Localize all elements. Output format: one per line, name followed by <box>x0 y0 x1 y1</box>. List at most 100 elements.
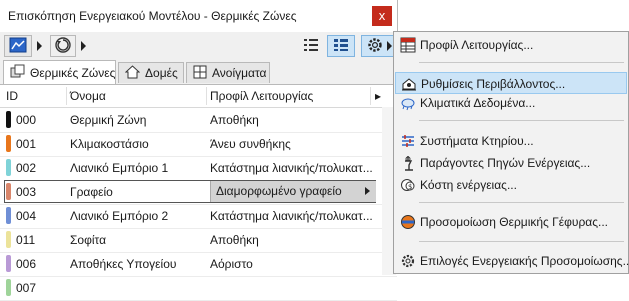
tab-strip: Θερμικές Ζώνες Δομές Ανοίγματα <box>0 60 397 84</box>
settings-dropdown-arrow-icon <box>387 41 392 51</box>
menu-item-label: Ρυθμίσεις Περιβάλλοντος... <box>421 77 566 91</box>
zone-view-button[interactable] <box>4 35 32 57</box>
zone-color-swatch <box>6 207 11 224</box>
menu-separator <box>419 241 624 242</box>
zone-view-dropdown-arrow-icon[interactable] <box>37 41 42 51</box>
zone-name-cell[interactable]: Αποθήκες Υπογείου <box>70 257 204 271</box>
menu-item-label: Επιλογές Ενεργειακής Προσομοίωσης... <box>420 254 629 268</box>
refresh-dropdown-arrow-icon[interactable] <box>81 41 86 51</box>
zone-view-icon <box>9 37 27 56</box>
menu-item-label: Προσομοίωση Θερμικής Γέφυρας... <box>420 215 609 229</box>
refresh-button[interactable] <box>50 35 76 57</box>
table-row[interactable]: 011 Σοφίτα Αποθήκη <box>0 228 397 253</box>
zone-color-swatch <box>6 255 11 272</box>
settings-popup-menu: Προφίλ Λειτουργίας... Ρυθμίσεις Περιβάλλ… <box>393 31 629 274</box>
menu-separator <box>419 202 624 203</box>
detail-list-icon <box>333 38 349 55</box>
zone-profile-cell[interactable]: Κατάστημα λιανικής/πολυκατ... <box>210 209 372 223</box>
zone-name-cell[interactable]: Κλιμακοστάσιο <box>70 137 204 151</box>
refresh-icon <box>54 36 72 57</box>
title-bar: Επισκόπηση Ενεργειακού Μοντέλου - Θερμικ… <box>0 0 397 32</box>
gear-icon <box>366 36 384 57</box>
zone-profile-cell[interactable]: Άνευ συνθήκης <box>210 137 372 151</box>
menu-item-label: Κλιματικά Δεδομένα... <box>420 96 536 110</box>
table-row[interactable]: 007 <box>0 276 397 301</box>
grid-table-icon <box>400 37 416 53</box>
settings-menu-button[interactable] <box>361 35 395 57</box>
tab-thermal-zones[interactable]: Θερμικές Ζώνες <box>3 60 116 84</box>
thermal-bridge-icon <box>400 214 416 230</box>
menu-item-label: Παράγοντες Πηγών Ενέργειας... <box>420 156 591 170</box>
energy-model-review-dialog: Επισκόπηση Ενεργειακού Μοντέλου - Θερμικ… <box>0 0 398 301</box>
tab-openings[interactable]: Ανοίγματα <box>186 62 270 83</box>
dropdown-arrow-icon <box>365 187 370 195</box>
menu-separator <box>419 62 624 63</box>
profile-dropdown-value: Διαμορφωμένο γραφείο <box>216 184 342 198</box>
column-overflow-indicator: ▸ <box>375 89 382 103</box>
menu-item-label: Κόστη ενέργειας... <box>420 178 517 192</box>
tab-openings-label: Ανοίγματα <box>212 66 267 80</box>
energy-cost-icon: $ <box>400 177 416 193</box>
svg-text:$: $ <box>408 183 412 191</box>
zone-id-cell: 006 <box>16 257 37 271</box>
zone-profile-cell[interactable]: Αποθήκη <box>210 233 372 247</box>
house-icon <box>124 64 141 82</box>
zone-color-swatch <box>6 159 11 176</box>
zone-profile-cell[interactable]: Αποθήκη <box>210 113 372 127</box>
zone-id-cell: 002 <box>16 161 37 175</box>
zone-color-swatch <box>6 231 11 248</box>
column-header-name[interactable]: Όνομα <box>70 89 106 103</box>
tab-structures-label: Δομές <box>145 66 178 80</box>
zone-name-cell[interactable]: Λιανικό Εμπόριο 1 <box>70 161 204 175</box>
column-header-profile[interactable]: Προφίλ Λειτουργίας <box>210 89 313 103</box>
table-row-selected[interactable]: 003 Γραφείο Διαμορφωμένο γραφείο <box>0 180 397 205</box>
menu-item-label: Συστήματα Κτηρίου... <box>420 134 534 148</box>
zone-profile-cell[interactable]: Κατάστημα λιανικής/πολυκατ... <box>210 161 372 175</box>
window-title: Επισκόπηση Ενεργειακού Μοντέλου - Θερμικ… <box>8 9 297 23</box>
zone-id-cell: 000 <box>16 113 37 127</box>
list-view-button[interactable] <box>300 35 322 57</box>
table-row[interactable]: 001 Κλιμακοστάσιο Άνευ συνθήκης <box>0 132 397 157</box>
profile-dropdown[interactable]: Διαμορφωμένο γραφείο <box>210 181 376 202</box>
zone-id-cell: 004 <box>16 209 37 223</box>
tab-structures[interactable]: Δομές <box>118 62 184 83</box>
zone-name-cell[interactable]: Σοφίτα <box>70 233 204 247</box>
table-row[interactable]: 006 Αποθήκες Υπογείου Αόριστο <box>0 252 397 277</box>
menu-item-operation-profiles[interactable]: Προφίλ Λειτουργίας... <box>395 34 627 56</box>
table-row[interactable]: 004 Λιανικό Εμπόριο 2 Κατάστημα λιανικής/π… <box>0 204 397 229</box>
table-row[interactable]: 000 Θερμική Ζώνη Αποθήκη <box>0 108 397 133</box>
menu-item-label: Προφίλ Λειτουργίας... <box>420 38 534 52</box>
environment-settings-icon <box>401 76 417 92</box>
detail-view-button[interactable] <box>327 35 355 57</box>
list-view-icon <box>303 38 319 55</box>
column-divider <box>66 87 67 105</box>
zone-name-cell[interactable]: Λιανικό Εμπόριο 2 <box>70 209 204 223</box>
thermal-zones-icon <box>10 64 25 81</box>
menu-item-energy-costs[interactable]: $ Κόστη ενέργειας... <box>395 174 627 196</box>
climate-data-icon <box>400 95 416 111</box>
menu-item-energy-source-factors[interactable]: Παράγοντες Πηγών Ενέργειας... <box>395 152 627 174</box>
zone-color-swatch <box>6 279 11 296</box>
menu-separator <box>419 120 624 121</box>
toolbar <box>0 32 397 60</box>
zone-id-cell: 011 <box>16 233 36 247</box>
zone-id-cell: 007 <box>16 281 37 295</box>
column-header-id[interactable]: ID <box>6 89 18 103</box>
table-header: ID Όνομα Προφίλ Λειτουργίας ▸ <box>0 85 397 108</box>
menu-item-environment-settings[interactable]: Ρυθμίσεις Περιβάλλοντος... <box>395 72 627 94</box>
window-pane-icon <box>193 65 207 82</box>
table-row[interactable]: 002 Λιανικό Εμπόριο 1 Κατάστημα λιανικής/π… <box>0 156 397 181</box>
zone-profile-cell[interactable]: Αόριστο <box>210 257 372 271</box>
zone-color-swatch <box>6 111 11 128</box>
column-divider <box>370 87 371 105</box>
menu-item-climate-data[interactable]: Κλιματικά Δεδομένα... <box>395 92 627 114</box>
menu-item-thermal-bridge-simulation[interactable]: Προσομοίωση Θερμικής Γέφυρας... <box>395 211 627 233</box>
menu-item-energy-simulation-options[interactable]: Επιλογές Ενεργειακής Προσομοίωσης... <box>395 250 629 272</box>
gear-icon <box>400 253 416 269</box>
thermal-zones-table: ID Όνομα Προφίλ Λειτουργίας ▸ 000 Θερμική… <box>0 84 397 301</box>
tab-thermal-zones-label: Θερμικές Ζώνες <box>30 65 116 80</box>
zone-name-cell[interactable]: Θερμική Ζώνη <box>70 113 204 127</box>
menu-item-building-systems[interactable]: Συστήματα Κτηρίου... <box>395 130 627 152</box>
building-systems-icon <box>400 133 416 149</box>
close-button[interactable]: x <box>372 6 392 26</box>
